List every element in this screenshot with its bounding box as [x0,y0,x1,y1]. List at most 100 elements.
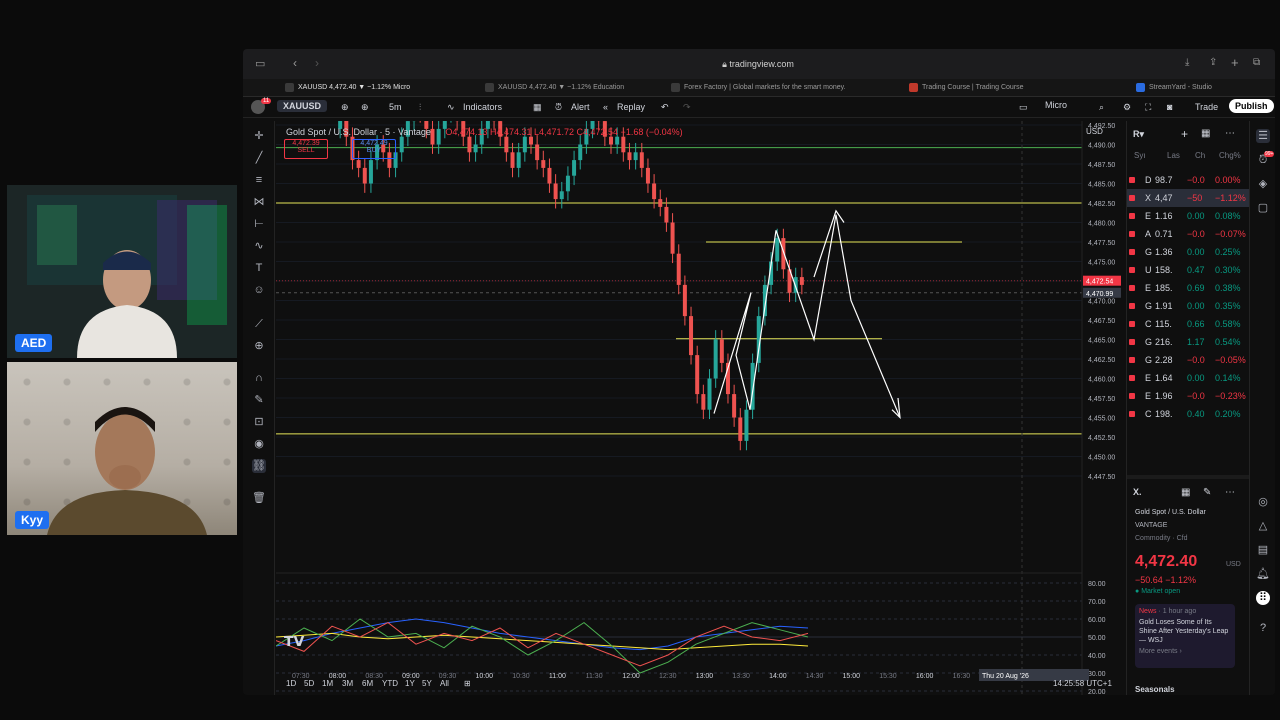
symbol-search[interactable]: XAUUSD [277,100,328,112]
camera-icon[interactable]: ◙ [1167,102,1172,112]
templates-icon[interactable]: ▦ [533,102,542,113]
watchlist-icon[interactable]: ☰ [1256,129,1270,143]
details-name[interactable]: Gold Spot / U.S. Dollar [1135,509,1245,516]
goto-date-icon[interactable]: ⊞ [464,679,471,688]
watchlist-row[interactable]: U 158. 0.47 0.30% [1127,261,1250,279]
watchlist-row[interactable]: E 1.64 0.00 0.14% [1127,369,1250,387]
hide-drawings-icon[interactable]: ◉ [252,437,266,451]
emoji-icon[interactable]: ☺ [252,283,266,297]
fib-icon[interactable]: ≡ [252,173,266,187]
watchlist-row[interactable]: E 185. 0.69 0.38% [1127,279,1250,297]
brush-icon[interactable]: ∿ [252,239,266,253]
layout-icon[interactable]: ▭ [1019,102,1028,113]
advanced-view-icon[interactable]: ▦ [1201,128,1210,139]
watchlist-row[interactable]: G 1.36 0.00 0.25% [1127,243,1250,261]
help-icon[interactable]: ? [1256,621,1270,635]
col-last[interactable]: Las [1167,151,1180,160]
forecast-icon[interactable]: ⊢ [252,217,266,231]
sell-button[interactable]: 4,472.39 SELL [284,139,328,159]
col-change[interactable]: Ch [1195,151,1205,160]
alert-button[interactable]: Alert [571,102,590,112]
seasonals-title[interactable]: Seasonals [1135,685,1175,694]
range-5d[interactable]: 5D [304,679,314,688]
add-symbol-icon[interactable]: ⊕ [361,102,369,113]
details-more-icon[interactable]: ⋯ [1225,487,1235,498]
stay-drawing-icon[interactable]: ✎ [252,393,266,407]
search-icon[interactable]: ⌕ [1099,102,1104,113]
range-6m[interactable]: 6M [362,679,373,688]
range-ytd[interactable]: YTD [382,679,398,688]
range-1y[interactable]: 1Y [405,679,415,688]
fullscreen-icon[interactable]: ⛶ [1145,102,1151,113]
details-symbol[interactable]: X. [1133,487,1142,497]
col-symbol[interactable]: Syı [1134,151,1146,160]
col-change-pct[interactable]: Chg% [1219,151,1241,160]
pattern-icon[interactable]: ⋈ [252,195,266,209]
watchlist-row[interactable]: D 98.7 −0.0 0.00% [1127,171,1250,189]
target-icon[interactable]: ◎ [1256,495,1270,509]
redo-icon[interactable]: ↷ [683,102,691,113]
tab-forex-factory[interactable]: Forex Factory | Global markets for the s… [671,81,846,95]
watchlist-row[interactable]: X 4,47 −50 −1.12% [1127,189,1250,207]
notifications-icon[interactable]: 🔔︎ [1256,567,1270,581]
undo-icon[interactable]: ↶ [661,102,669,113]
tab-xauusd-micro[interactable]: XAUUSD 4,472.40 ▼ −1.12% Micro [285,81,410,95]
buy-button[interactable]: 4,472.49 BUY [352,139,396,159]
calendar-icon[interactable]: ▤ [1256,543,1270,557]
magnet-icon[interactable]: ∩ [252,371,266,385]
trendline-icon[interactable]: ╱ [252,151,266,165]
watchlist-row[interactable]: E 1.16 0.00 0.08% [1127,207,1250,225]
interval-button[interactable]: 5m [389,102,402,112]
tab-streamyard[interactable]: StreamYard - Studio [1136,81,1212,95]
new-tab-icon[interactable]: + [1231,55,1239,70]
link-icon[interactable]: ⛓︎ [252,459,266,473]
edit-icon[interactable]: ✎ [1203,487,1211,498]
watchlist-row[interactable]: G 1.91 0.00 0.35% [1127,297,1250,315]
crosshair-icon[interactable]: ✛ [252,129,266,143]
settings-icon[interactable]: ⚙︎ [1123,102,1131,113]
ruler-icon[interactable]: ⟋ [252,317,266,331]
layout-name[interactable]: Micro [1045,100,1067,110]
range-5y[interactable]: 5Y [422,679,432,688]
publish-button[interactable]: Publish [1229,99,1274,113]
replay-button[interactable]: Replay [617,102,645,112]
address-bar[interactable]: 🔒︎ tradingview.com [543,56,973,73]
tab-trading-course[interactable]: Trading Course | Trading Course [909,81,1024,95]
download-icon[interactable]: ⤓ [1185,57,1189,68]
range-1m[interactable]: 1M [322,679,333,688]
layers-icon[interactable]: ◈ [1256,177,1270,191]
watchlist-row[interactable]: E 1.96 −0.0 −0.23% [1127,387,1250,405]
details-layout-icon[interactable]: ▦ [1181,487,1190,498]
trash-icon[interactable]: 🗑︎ [252,491,266,505]
compare-icon[interactable]: ⊕ [341,102,349,113]
watchlist-row[interactable]: A 0.71 −0.0 −0.07% [1127,225,1250,243]
chart-pane[interactable]: 4,492.50 4,490.00 4,487.50 4,485.00 4,482.50… [275,96,1128,695]
tab-overview-icon[interactable]: ⧉ [1253,57,1260,68]
chat-icon[interactable]: ▢ [1256,201,1270,215]
watchlist-row[interactable]: C 198. 0.40 0.20% [1127,405,1250,423]
watchlist-row[interactable]: G 216. 1.17 0.54% [1127,333,1250,351]
zoom-icon[interactable]: ⊕ [252,339,266,353]
price-chart[interactable]: 4,492.504,490.004,487.504,485.004,482.50… [275,96,1128,695]
watchlist-row[interactable]: G 2.28 −0.0 −0.05% [1127,351,1250,369]
clock[interactable]: 14:25:58 UTC+1 [1053,679,1112,688]
add-symbol-icon[interactable]: + [1181,127,1188,141]
chart-type-icon[interactable]: ⫶ [419,102,421,113]
news-card[interactable]: News · 1 hour ago Gold Loses Some of Its… [1135,604,1235,668]
currency-label[interactable]: USD [1086,127,1103,136]
range-3m[interactable]: 3M [342,679,353,688]
signal-icon[interactable]: △ [1256,519,1270,533]
indicators-button[interactable]: Indicators [463,102,502,112]
more-events-link[interactable]: More events › [1139,648,1231,655]
back-icon[interactable]: ‹ [293,56,297,70]
trade-button[interactable]: Trade [1195,102,1218,112]
more-icon[interactable]: ⋯ [1225,128,1235,139]
apps-icon[interactable]: ⠿ [1256,591,1270,605]
sidebar-toggle-icon[interactable]: ▭ [255,57,265,70]
watchlist-title[interactable]: R▾ [1133,129,1144,140]
forward-icon[interactable]: › [315,56,319,70]
range-1d[interactable]: 1D [286,679,296,688]
lock-drawings-icon[interactable]: ⊡ [252,415,266,429]
tab-xauusd-education[interactable]: XAUUSD 4,472.40 ▼ −1.12% Education [485,81,624,95]
text-icon[interactable]: T [252,261,266,275]
